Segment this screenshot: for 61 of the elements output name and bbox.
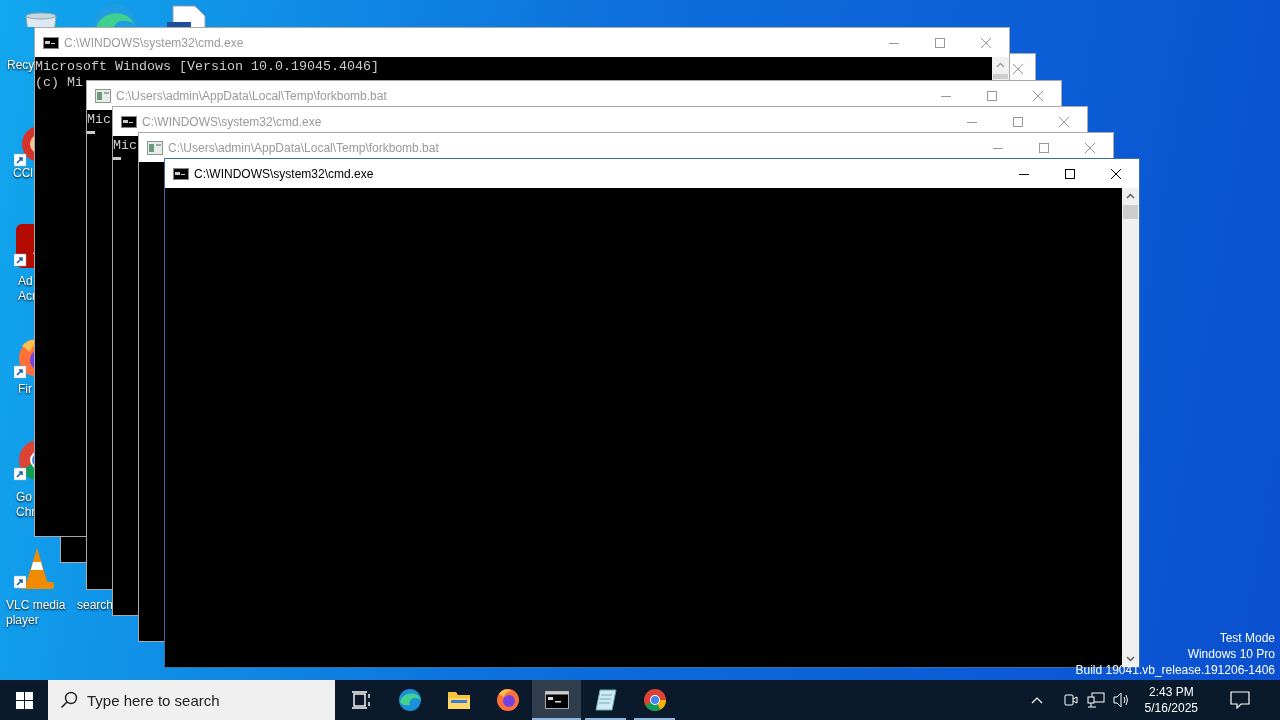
maximize-icon: [1039, 142, 1049, 153]
window-title: C:\WINDOWS\system32\cmd.exe: [142, 113, 322, 131]
close-icon: [1033, 90, 1043, 101]
speaker-icon[interactable]: [1112, 692, 1131, 708]
chevron-up-icon[interactable]: [1030, 696, 1043, 704]
scrollbar[interactable]: [1122, 188, 1139, 667]
clock-time: 2:43 PM: [1148, 684, 1194, 700]
notification-icon[interactable]: [1230, 691, 1250, 709]
console-text: Microsoft Windows [Version 10.0.19045.4046]: [35, 59, 379, 75]
search-field[interactable]: Type here to search: [48, 680, 335, 720]
clock-date: 5/16/2025: [1144, 700, 1198, 716]
close-icon: [1059, 116, 1069, 127]
maximize-icon: [987, 90, 997, 101]
folder-icon: [446, 689, 471, 711]
console-icon: [121, 115, 137, 128]
notepad-icon: [593, 688, 618, 712]
icon-label: player: [6, 613, 39, 628]
close-icon: [1111, 168, 1121, 179]
network-icon[interactable]: [1086, 692, 1105, 708]
console-icon: [544, 691, 569, 709]
edition-text: Build 19041.vb_release.191206-1406: [1075, 662, 1275, 678]
window-title: C:\Users\admin\AppData\Local\Temp\forkbomb.bat: [116, 87, 387, 105]
close-icon: [981, 37, 991, 48]
icon-label: CCl: [13, 166, 33, 181]
icon-label: search: [77, 598, 114, 613]
maximize-icon: [935, 37, 945, 48]
scroll-thumb[interactable]: [993, 74, 1008, 79]
icon-label: Acr: [18, 289, 36, 304]
edition-text: Windows 10 Pro: [1187, 646, 1275, 662]
console-text: Mic: [87, 112, 111, 128]
close-icon[interactable]: [1013, 63, 1023, 74]
edge-icon: [397, 688, 422, 712]
camera-icon[interactable]: [1062, 692, 1079, 708]
edition-text: Test Mode: [1219, 630, 1275, 646]
console-text: (c) Mi: [35, 75, 83, 91]
acrobat-icon[interactable]: [14, 224, 34, 270]
close-icon: [1085, 142, 1095, 153]
console-icon: [43, 36, 59, 49]
maximize-icon: [1013, 116, 1023, 127]
task-view-icon: [350, 691, 371, 709]
search-icon: [60, 691, 78, 709]
icon-label: VLC media: [6, 598, 66, 613]
icon-label: Recy: [7, 58, 35, 73]
icon-label: Fir: [18, 382, 32, 397]
windows-logo-icon: [15, 691, 33, 709]
batch-file-icon: [95, 88, 111, 103]
icon-label: Ad: [18, 274, 33, 289]
scroll-thumb[interactable]: [1123, 205, 1138, 219]
icon-label: Go: [16, 490, 32, 505]
chrome-icon: [642, 688, 667, 712]
window-title: C:\Users\admin\AppData\Local\Temp\forkbomb.bat: [168, 139, 439, 157]
window-title: C:\WINDOWS\system32\cmd.exe: [194, 165, 374, 183]
maximize-icon: [1065, 168, 1075, 179]
clock[interactable]: 2:43 PM 5/16/2025: [1138, 684, 1204, 716]
console-text: Mic: [113, 138, 137, 154]
window-title: C:\WINDOWS\system32\cmd.exe: [64, 34, 244, 52]
console-icon: [173, 167, 189, 180]
taskbar-app[interactable]: [532, 680, 581, 720]
firefox-icon: [495, 688, 520, 712]
batch-file-icon: [147, 140, 163, 155]
icon-label: Chr: [16, 505, 36, 520]
